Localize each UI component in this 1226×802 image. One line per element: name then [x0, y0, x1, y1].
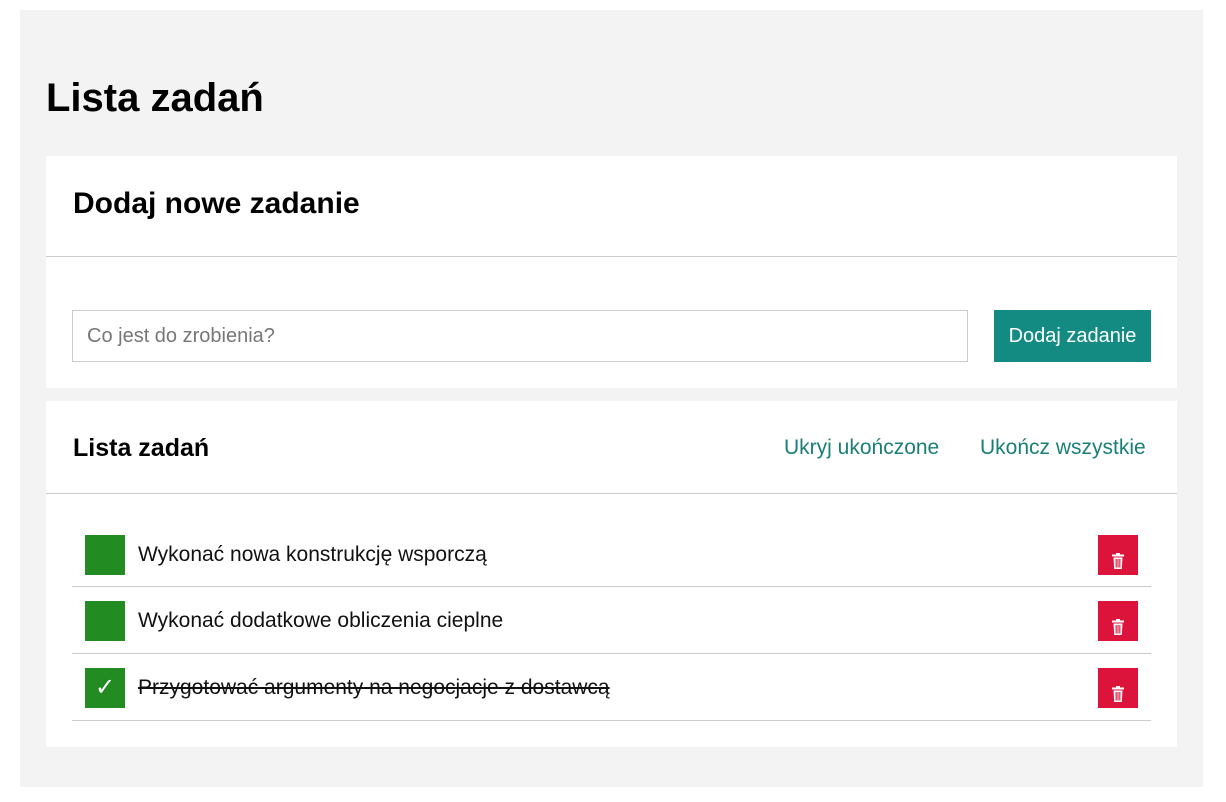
task-item: Wykonać nowa konstrukcję wsporczą: [72, 525, 1151, 587]
task-list-header: Lista zadań Ukryj ukończone Ukończ wszys…: [46, 401, 1177, 494]
task-list: Wykonać nowa konstrukcję wsporczą Wykona…: [72, 525, 1151, 721]
task-item: Wykonać dodatkowe obliczenia cieplne: [72, 587, 1151, 654]
task-checkbox[interactable]: [85, 535, 125, 575]
task-list-card: Lista zadań Ukryj ukończone Ukończ wszys…: [46, 401, 1177, 747]
complete-all-link[interactable]: Ukończ wszystkie: [980, 434, 1146, 462]
task-list-heading: Lista zadań: [73, 434, 210, 462]
trash-icon: [1112, 619, 1124, 635]
add-task-header: Dodaj nowe zadanie: [46, 156, 1177, 257]
task-text: Wykonać dodatkowe obliczenia cieplne: [138, 609, 504, 632]
add-task-card: Dodaj nowe zadanie Dodaj zadanie: [46, 156, 1177, 388]
hide-completed-link[interactable]: Ukryj ukończone: [784, 434, 939, 462]
add-task-button[interactable]: Dodaj zadanie: [994, 310, 1151, 362]
trash-icon: [1112, 553, 1124, 569]
task-item-completed: ✓ Przygotować argumenty na negocjacje z …: [72, 654, 1151, 721]
page-title: Lista zadań: [46, 76, 264, 120]
trash-icon: [1112, 686, 1124, 702]
new-task-input[interactable]: [72, 310, 968, 362]
task-text: Przygotować argumenty na negocjacje z do…: [138, 676, 610, 699]
add-task-heading: Dodaj nowe zadanie: [73, 187, 360, 220]
task-checkbox[interactable]: [85, 601, 125, 641]
task-text: Wykonać nowa konstrukcję wsporczą: [138, 543, 487, 566]
app-container: Lista zadań Dodaj nowe zadanie Dodaj zad…: [20, 10, 1203, 787]
delete-task-button[interactable]: [1098, 668, 1138, 708]
delete-task-button[interactable]: [1098, 535, 1138, 575]
task-checkbox-checked[interactable]: ✓: [85, 668, 125, 708]
delete-task-button[interactable]: [1098, 601, 1138, 641]
